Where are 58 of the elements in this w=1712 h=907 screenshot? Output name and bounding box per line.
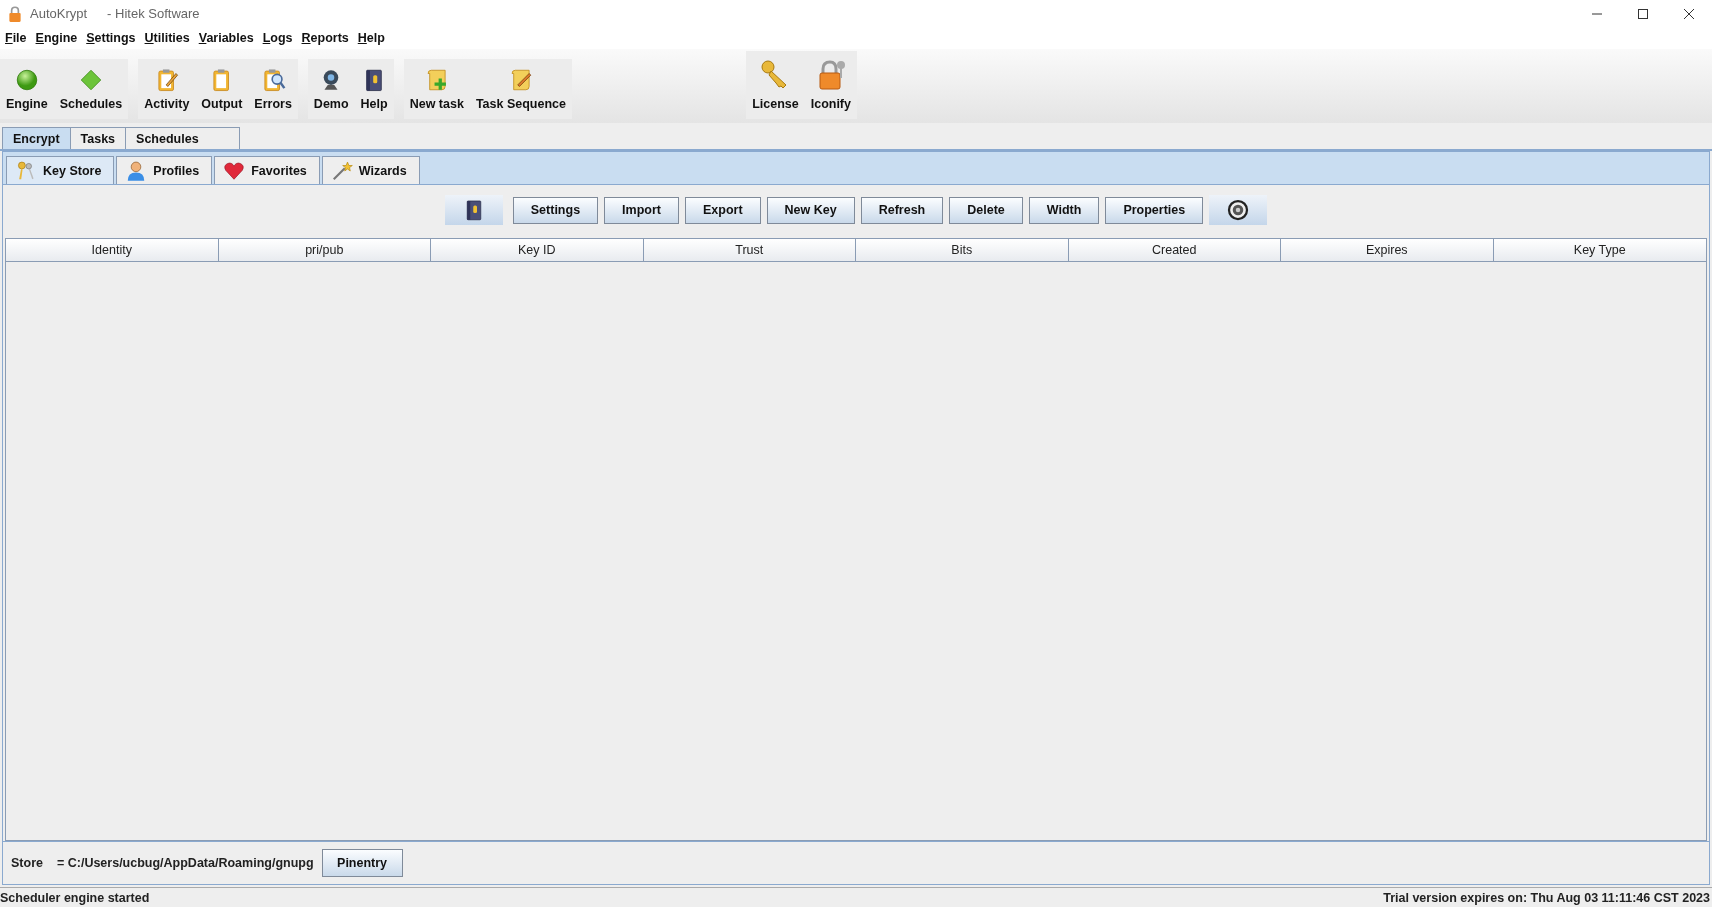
toolbar-button[interactable]: Task Sequence [469,59,572,119]
icon-button[interactable] [1209,195,1268,225]
keys-icon [15,159,37,182]
toolbar-button[interactable]: Engine [0,59,54,119]
close-icon [1683,7,1695,20]
tab[interactable]: Favorites [214,156,320,184]
window-subtitle: - Hitek Software [107,6,200,21]
toolbar-button[interactable]: Errors [248,59,298,119]
window-title: AutoKrypt [30,6,88,21]
toolbar-button[interactable]: Demo [307,59,355,119]
store-path: = C:/Users/ucbug/AppData/Roaming/gnupg [56,856,314,870]
column-header[interactable]: Expires [1281,239,1494,262]
tab[interactable]: Schedules [125,127,240,149]
column-header[interactable]: Key ID [431,239,644,262]
toolbar-button[interactable]: Help [354,59,394,119]
column-header[interactable]: pri/pub [218,239,431,262]
toolbar-button[interactable]: Properties [1105,196,1204,224]
toolbar-button[interactable]: Output [195,59,249,119]
menu-item[interactable]: Utilities [141,31,196,45]
menu-item[interactable]: File [2,31,33,45]
toolbar-button[interactable]: New Key [766,196,855,224]
column-header[interactable]: Key Type [1493,239,1706,262]
pinentry-button[interactable]: Pinentry [321,849,403,877]
toolbar-button[interactable]: Activity [138,59,196,119]
wand-icon [330,159,353,182]
status-text: Scheduler engine started [0,890,150,905]
menu-item[interactable]: Engine [32,31,84,45]
minimize-icon [1591,12,1603,15]
tab[interactable]: Profiles [116,156,213,184]
menu-item[interactable]: Reports [298,31,355,45]
toolbar-button[interactable]: Settings [512,196,599,224]
trial-expiry-text: Trial version expires on: Thu Aug 03 11:11:46 CST 2023 [1383,890,1711,905]
column-header[interactable]: Created [1068,239,1281,262]
store-label: Store [11,856,43,870]
icon-button[interactable] [444,195,503,225]
column-header[interactable]: Bits [856,239,1069,262]
toolbar-button[interactable]: Iconify [804,51,857,119]
toolbar-button[interactable]: Delete [949,196,1023,224]
maximize-icon [1637,7,1649,20]
tab[interactable]: Wizards [321,156,420,184]
toolbar-button[interactable]: Export [685,196,761,224]
toolbar-button[interactable]: Schedules [53,59,129,119]
column-header[interactable]: Trust [643,239,856,262]
heart-icon [223,159,246,182]
toolbar-button[interactable]: Width [1028,196,1100,224]
menu-item[interactable]: Settings [83,31,142,45]
toolbar-button[interactable]: License [746,51,805,119]
padlock-icon [6,4,24,23]
menu-item[interactable]: Help [354,31,391,45]
tab[interactable]: Encrypt [2,127,71,149]
disc-icon [1226,198,1251,222]
menu-item[interactable]: Logs [259,31,299,45]
column-header[interactable]: Identity [6,239,219,262]
tab[interactable]: Key Store [6,156,115,184]
toolbar-button[interactable]: Import [604,196,679,224]
menu-item[interactable]: Variables [195,31,260,45]
toolbar-button[interactable]: Refresh [860,196,944,224]
toolbar-button[interactable]: New task [403,59,470,119]
